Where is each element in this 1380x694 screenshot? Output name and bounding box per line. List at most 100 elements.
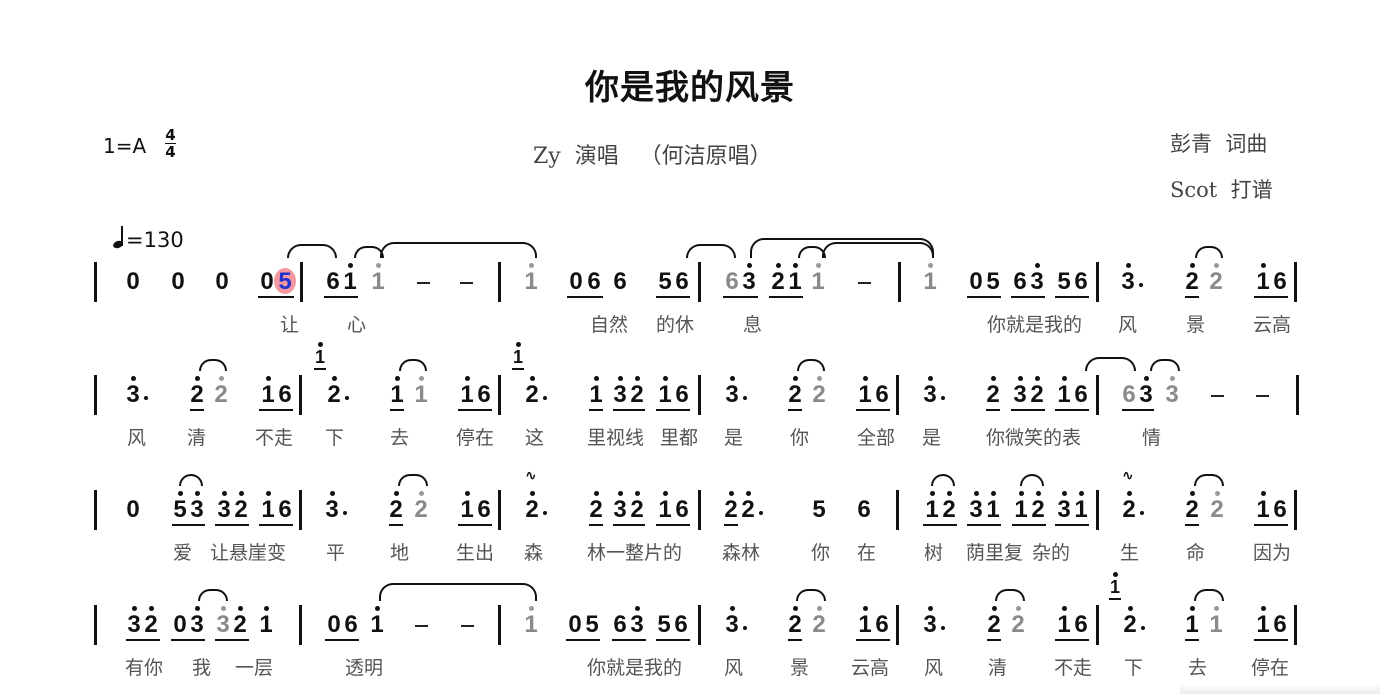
high-octave-dot xyxy=(863,606,868,611)
lyric: 让 xyxy=(280,314,300,336)
note: 2 xyxy=(812,381,826,408)
underline-beam xyxy=(190,409,204,411)
note: 1 xyxy=(658,496,672,523)
lyric: 你就是我的 xyxy=(987,314,1083,336)
lyric: 你就是我的 xyxy=(587,657,683,679)
note: 2 xyxy=(327,381,341,408)
underline-beam xyxy=(458,409,492,411)
high-octave-dot xyxy=(594,376,599,381)
underline-beam xyxy=(856,639,890,641)
underline-beam xyxy=(1011,296,1045,298)
high-octave-dot xyxy=(729,491,734,496)
tie-slur xyxy=(995,589,1025,601)
high-octave-dot xyxy=(635,606,640,611)
note: 6 xyxy=(875,611,889,638)
lyric: 让悬崖变 xyxy=(210,542,287,564)
barline xyxy=(94,490,97,530)
note: 2 xyxy=(741,496,755,523)
note: 2 xyxy=(1123,611,1137,638)
high-octave-dot xyxy=(991,376,996,381)
note: 6 xyxy=(674,611,688,638)
note: 3 xyxy=(1057,496,1071,523)
underline-beam xyxy=(1185,524,1199,526)
note: 2 xyxy=(771,268,785,295)
high-octave-dot xyxy=(529,606,534,611)
augmentation-dot xyxy=(343,511,347,515)
high-octave-dot xyxy=(221,606,226,611)
high-octave-dot xyxy=(1062,376,1067,381)
note: 6 xyxy=(675,381,689,408)
note: 6 xyxy=(1273,268,1287,295)
high-octave-dot xyxy=(222,491,227,496)
underline-beam xyxy=(589,409,603,411)
note: 6 xyxy=(587,268,601,295)
lyric: 停在 xyxy=(456,427,495,449)
note: 3 xyxy=(325,496,339,523)
high-octave-dot xyxy=(348,263,353,268)
high-octave-dot xyxy=(178,491,183,496)
note: 6 xyxy=(344,611,358,638)
barline xyxy=(1296,375,1299,415)
tie-slur xyxy=(1150,359,1180,371)
note: 2 xyxy=(788,611,802,638)
underline-beam xyxy=(512,368,524,370)
sustain-dash xyxy=(415,625,428,627)
lyric: 命 xyxy=(1186,542,1206,564)
note: 3 xyxy=(630,611,644,638)
tie-slur xyxy=(399,359,427,371)
barline xyxy=(299,375,302,415)
note: 0 xyxy=(969,268,983,295)
sustain-dash xyxy=(1211,395,1224,397)
underline-beam xyxy=(613,524,645,526)
note: 5 xyxy=(278,268,292,295)
tie-slur xyxy=(1020,474,1044,486)
note: 2 xyxy=(812,611,826,638)
high-octave-dot xyxy=(376,263,381,268)
high-octave-dot xyxy=(1214,263,1219,268)
note: 3 xyxy=(217,496,231,523)
high-octave-dot xyxy=(1016,606,1021,611)
high-octave-dot xyxy=(663,376,668,381)
high-octave-dot xyxy=(618,376,623,381)
note: 6 xyxy=(477,496,491,523)
lyric: 你微笑的表 xyxy=(986,427,1082,449)
note: 6 xyxy=(1074,611,1088,638)
high-octave-dot xyxy=(195,491,200,496)
note: 2 xyxy=(630,496,644,523)
note: 5 xyxy=(657,611,671,638)
underline-beam xyxy=(259,524,293,526)
note: 1 xyxy=(1256,611,1270,638)
lyric: 森 xyxy=(524,542,544,564)
note: 2 xyxy=(630,381,644,408)
high-octave-dot xyxy=(132,606,137,611)
tie-slur xyxy=(199,359,227,371)
lyric: 生出 xyxy=(456,542,495,564)
underline-beam xyxy=(324,296,358,298)
lyric: 不走 xyxy=(255,427,294,449)
note: 1 xyxy=(1185,611,1199,638)
high-octave-dot xyxy=(992,606,997,611)
high-octave-dot xyxy=(1190,606,1195,611)
score-body: 0 0 0 0 5 6 1 1 1 0 6 6 5 6 6 3 2 1 1 1 0 5 6 3 5 6 3 2 2 1 6 让心自然 的休息你就… xyxy=(0,0,1380,694)
note: 0 xyxy=(568,611,582,638)
note: 5 xyxy=(986,268,1000,295)
barline xyxy=(94,262,97,302)
lyric: 有你 xyxy=(125,657,164,679)
underline-beam xyxy=(612,639,646,641)
high-octave-dot xyxy=(635,376,640,381)
note: 3 xyxy=(216,611,230,638)
underline-beam xyxy=(215,639,249,641)
underline-beam xyxy=(613,409,645,411)
note: 6 xyxy=(1013,268,1027,295)
underline-beam xyxy=(259,409,293,411)
note: 2 xyxy=(525,381,539,408)
note: 0 xyxy=(260,268,274,295)
note: 6 xyxy=(725,268,739,295)
note: 2 xyxy=(525,496,539,523)
tie-slur xyxy=(797,359,825,371)
note: 3 xyxy=(613,496,627,523)
turn-ornament-icon: ∿ xyxy=(1122,468,1134,484)
note: 6 xyxy=(326,268,340,295)
high-octave-dot xyxy=(817,376,822,381)
note: 1 xyxy=(343,268,357,295)
